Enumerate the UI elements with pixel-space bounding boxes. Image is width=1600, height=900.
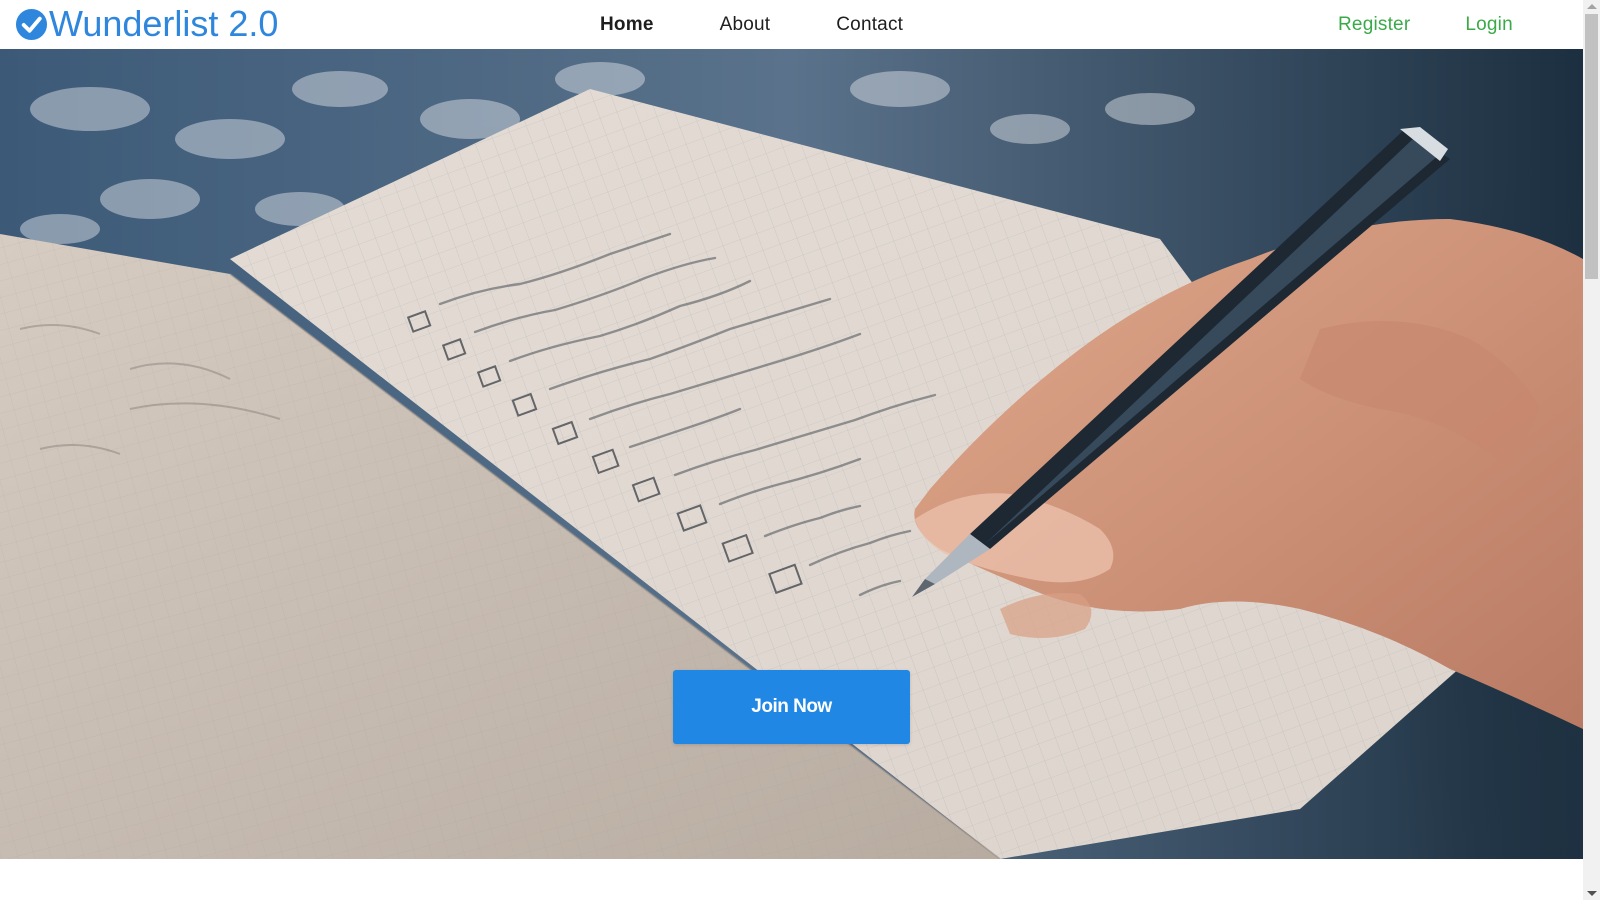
join-now-button[interactable]: Join Now — [673, 670, 910, 744]
scroll-down-arrow-icon[interactable] — [1587, 891, 1597, 896]
brand-logo-link[interactable]: Wunderlist 2.0 — [15, 5, 278, 43]
main-nav: Home About Contact — [600, 0, 969, 49]
auth-nav: Register Login — [1338, 0, 1513, 49]
hero-section: Join Now — [0, 49, 1583, 859]
nav-home-link[interactable]: Home — [600, 14, 654, 36]
brand-title: Wunderlist 2.0 — [49, 3, 279, 44]
login-link[interactable]: Login — [1465, 14, 1513, 36]
scroll-thumb[interactable] — [1585, 14, 1598, 279]
scroll-up-arrow-icon[interactable] — [1587, 4, 1597, 9]
check-circle-icon — [15, 8, 48, 40]
site-header: Wunderlist 2.0 Home About Contact Regist… — [0, 0, 1583, 49]
nav-contact-link[interactable]: Contact — [836, 14, 903, 36]
register-link[interactable]: Register — [1338, 14, 1410, 36]
page-scrollbar[interactable] — [1583, 0, 1600, 900]
nav-about-link[interactable]: About — [720, 14, 771, 36]
